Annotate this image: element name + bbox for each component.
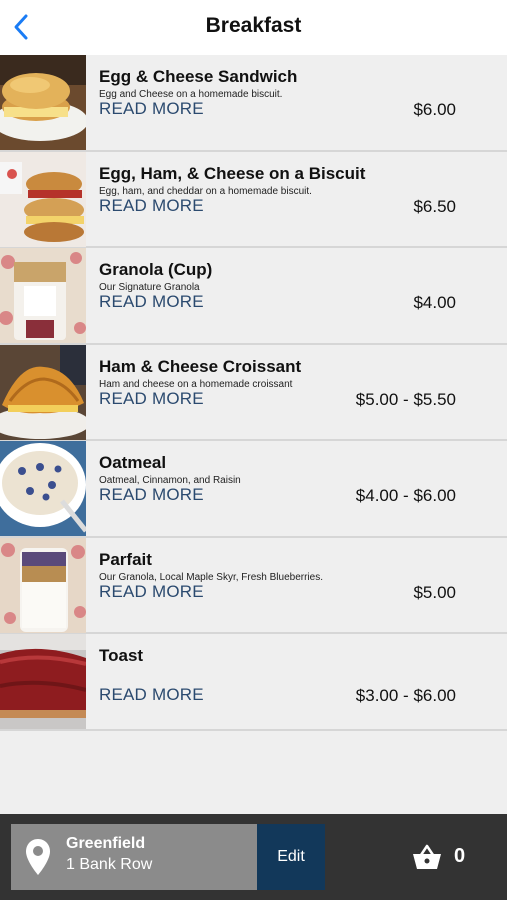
footer-bar: Greenfield 1 Bank Row Edit 0 xyxy=(0,814,507,900)
read-more-link[interactable]: READ MORE xyxy=(99,99,204,119)
read-more-link[interactable]: READ MORE xyxy=(99,582,204,602)
menu-item-parfait[interactable]: Parfait Our Granola, Local Maple Skyr, F… xyxy=(0,537,507,634)
cart-count: 0 xyxy=(454,845,466,867)
item-name: Granola (Cup) xyxy=(99,260,213,279)
map-pin-icon xyxy=(26,839,50,875)
egg-ham-cheese-biscuit-photo xyxy=(0,151,86,247)
menu-item-oatmeal[interactable]: Oatmeal Oatmeal, Cinnamon, and Raisin RE… xyxy=(0,441,507,538)
menu-list: Egg & Cheese Sandwich Egg and Cheese on … xyxy=(0,55,507,731)
toast-photo xyxy=(0,634,86,729)
item-name: Toast xyxy=(99,646,144,665)
cart-button[interactable]: 0 xyxy=(412,843,492,873)
item-price: $5.00 - $5.50 xyxy=(355,389,456,409)
ham-cheese-croissant-photo xyxy=(0,344,86,440)
read-more-link[interactable]: READ MORE xyxy=(99,196,204,216)
item-price: $3.00 - $6.00 xyxy=(355,686,456,705)
item-price: $4.00 - $6.00 xyxy=(355,486,456,505)
parfait-photo xyxy=(0,537,86,633)
item-price: $6.50 xyxy=(413,196,456,216)
menu-item-granola-cup[interactable]: Granola (Cup) Our Signature Granola READ… xyxy=(0,248,507,345)
page-title: Breakfast xyxy=(205,14,302,37)
item-price: $6.00 xyxy=(413,100,456,119)
item-name: Oatmeal xyxy=(99,453,167,472)
oatmeal-photo xyxy=(0,441,86,536)
read-more-link[interactable]: READ MORE xyxy=(99,389,204,409)
item-name: Ham & Cheese Croissant xyxy=(99,356,302,376)
item-price: $5.00 xyxy=(413,582,456,602)
read-more-link[interactable]: READ MORE xyxy=(99,292,204,312)
location-name: Greenfield xyxy=(66,835,146,852)
menu-item-ham-cheese-croissant[interactable]: Ham & Cheese Croissant Ham and cheese on… xyxy=(0,344,507,441)
read-more-link[interactable]: READ MORE xyxy=(99,485,204,505)
basket-icon xyxy=(413,844,441,869)
edit-location-button[interactable]: Edit xyxy=(257,824,325,890)
egg-cheese-sandwich-photo xyxy=(0,55,86,150)
read-more-link[interactable]: READ MORE xyxy=(99,685,204,705)
header-bar: Breakfast xyxy=(0,0,507,55)
location-selector[interactable]: Greenfield 1 Bank Row xyxy=(11,824,257,890)
item-price: $4.00 xyxy=(413,293,456,312)
location-address: 1 Bank Row xyxy=(66,856,153,873)
menu-item-toast[interactable]: Toast READ MORE $3.00 - $6.00 xyxy=(0,634,507,731)
item-name: Egg & Cheese Sandwich xyxy=(99,67,298,86)
item-name: Egg, Ham, & Cheese on a Biscuit xyxy=(99,163,366,183)
item-name: Parfait xyxy=(99,549,152,569)
menu-item-egg-cheese-sandwich[interactable]: Egg & Cheese Sandwich Egg and Cheese on … xyxy=(0,55,507,152)
granola-cup-photo xyxy=(0,248,86,343)
menu-item-egg-ham-cheese-biscuit[interactable]: Egg, Ham, & Cheese on a Biscuit Egg, ham… xyxy=(0,151,507,248)
